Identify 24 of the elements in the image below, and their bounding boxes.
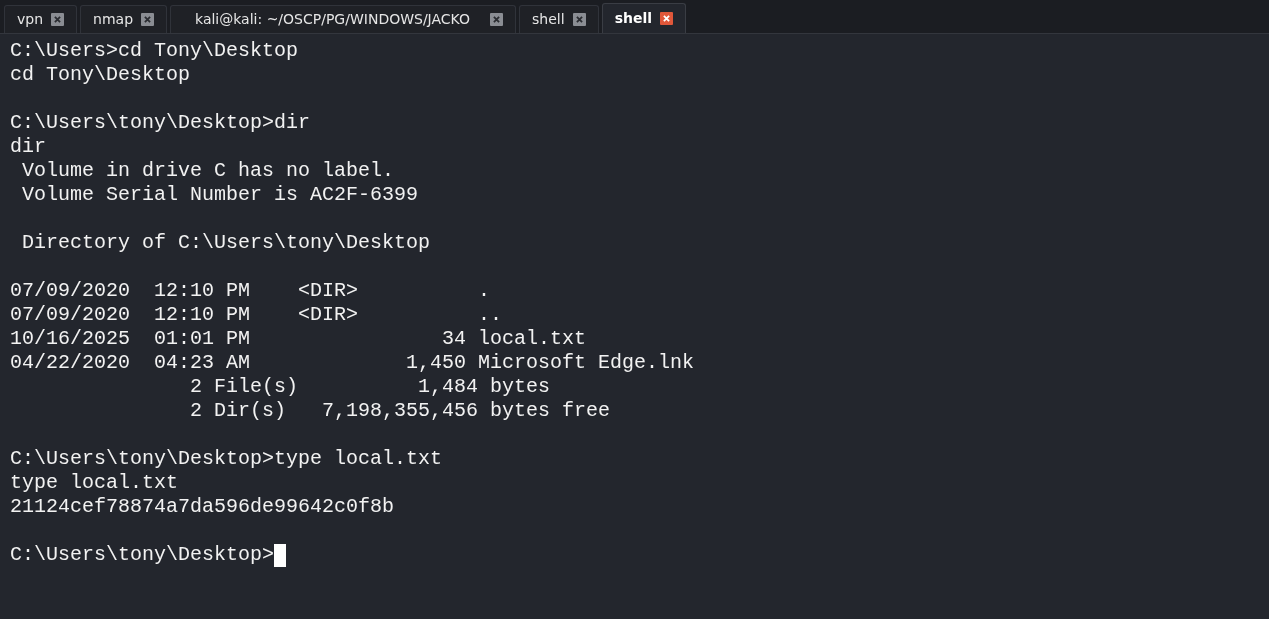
terminal-line: dir [10,135,47,159]
terminal-line: 04/22/2020 04:23 AM 1,450 Microsoft Edge.lnk [10,351,696,375]
terminal-line: Volume Serial Number is AC2F-6399 [21,183,420,207]
terminal-line: 10/16/2025 01:01 PM 34 local.txt [10,327,588,351]
terminal-line: type local.txt [10,471,180,495]
terminal-line: 2 File(s) 1,484 bytes [189,375,552,399]
terminal-line: cd Tony\Desktop [10,63,192,87]
tab[interactable]: shell [601,3,687,33]
terminal-line: 2 Dir(s) 7,198,355,456 bytes free [189,399,612,423]
tab[interactable]: nmap [80,5,168,33]
terminal-line: 21124cef78874a7da596de99642c0f8b [10,495,396,519]
close-icon[interactable] [660,12,674,25]
tab[interactable]: shell [519,5,599,33]
terminal-prompt: C:\Users\tony\Desktop> [10,543,275,567]
terminal-line: C:\Users\tony\Desktop>type local.txt [10,447,444,471]
tab[interactable]: kali@kali: ~/OSCP/PG/WINDOWS/JACKO [170,5,517,33]
terminal-line: Volume in drive C has no label. [21,159,396,183]
text-cursor [274,543,287,567]
terminal-line: 07/09/2020 12:10 PM <DIR> .. [10,303,504,327]
tab[interactable]: vpn [4,5,78,33]
terminal-line: Directory of C:\Users\tony\Desktop [21,231,432,255]
terminal-line: 07/09/2020 12:10 PM <DIR> . [10,279,492,303]
terminal-line: C:\Users\tony\Desktop>dir [10,111,312,135]
terminal-line: C:\Users>cd Tony\Desktop [10,39,300,63]
